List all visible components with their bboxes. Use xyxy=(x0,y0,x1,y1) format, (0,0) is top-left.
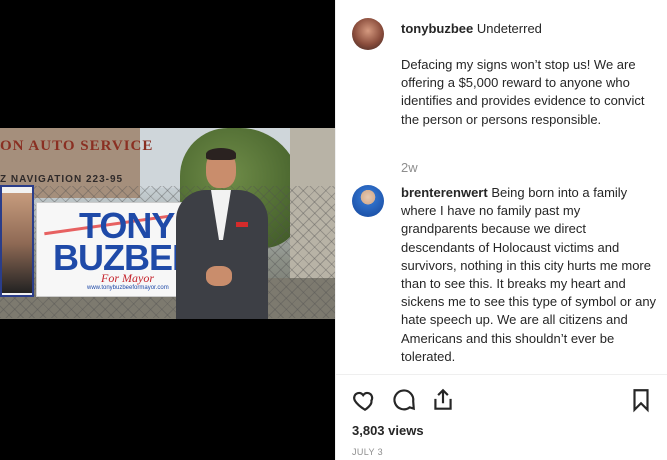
caption-body: Defacing my signs won’t stop us! We are … xyxy=(401,57,645,127)
person-hands xyxy=(206,266,232,286)
view-count[interactable]: 3,803 views xyxy=(352,423,424,438)
post-caption-header: tonybuzbee Undeterred xyxy=(401,20,656,38)
video-left-sign xyxy=(0,185,34,297)
bookmark-icon[interactable] xyxy=(628,387,654,413)
commenter-avatar[interactable] xyxy=(352,185,384,217)
caption-title: Undeterred xyxy=(476,21,542,36)
post-video[interactable]: ON AUTO SERVICE Z NAVIGATION 223-95 TONY… xyxy=(0,128,335,319)
post-sidebar: tonybuzbee Undeterred Defacing my signs … xyxy=(335,0,667,460)
person-hair xyxy=(206,148,236,160)
sign-url: www.tonybuzbeeformayor.com xyxy=(87,285,169,291)
comment-item: brenterenwert Being born into a family w… xyxy=(401,184,658,366)
share-icon[interactable] xyxy=(430,387,456,413)
heart-icon[interactable] xyxy=(352,387,378,413)
author-username[interactable]: tonybuzbee xyxy=(401,21,473,36)
sign-line-3: For Mayor xyxy=(101,271,154,285)
comment-text: Being born into a family where I have no… xyxy=(401,185,657,364)
post-time-ago[interactable]: 2w xyxy=(401,160,418,175)
building-sign-text: ON AUTO SERVICE xyxy=(0,138,154,154)
comments-panel: tonybuzbee Undeterred Defacing my signs … xyxy=(336,0,667,374)
campaign-sign: TONY BUZBEE For Mayor www.tonybuzbeeform… xyxy=(36,202,186,297)
commenter-username[interactable]: brenterenwert xyxy=(401,185,488,200)
sign-photo xyxy=(2,193,32,293)
building-sign-text-2: Z NAVIGATION 223-95 xyxy=(0,174,124,185)
post-date: JULY 3 xyxy=(352,447,384,457)
video-person xyxy=(170,148,270,319)
post-actions: 3,803 views JULY 3 xyxy=(336,374,667,460)
author-avatar[interactable] xyxy=(352,18,384,50)
post-media: ON AUTO SERVICE Z NAVIGATION 223-95 TONY… xyxy=(0,0,335,460)
comment-bubble-icon[interactable] xyxy=(391,387,417,413)
pocket-square xyxy=(236,222,248,227)
